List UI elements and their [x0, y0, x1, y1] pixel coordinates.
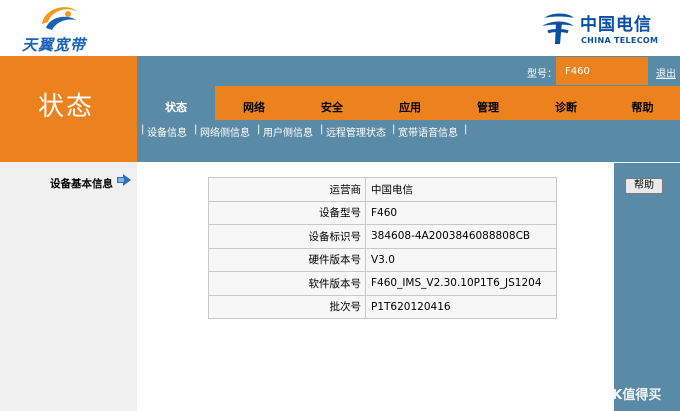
subnav-separator: | — [464, 124, 468, 135]
watermark: SMK值得买 — [568, 380, 680, 406]
model-label: 型号： — [527, 69, 557, 80]
arrow-right-icon — [117, 174, 131, 186]
tab-network[interactable]: 网络 — [215, 86, 293, 120]
row-value: 384608-4A2003846088808CB — [365, 224, 557, 249]
row-value: V3.0 — [365, 247, 557, 272]
subnav-lan-info[interactable]: 用户侧信息 — [263, 124, 313, 139]
tianyi-broadband-logo: 天翼宽带 — [22, 2, 132, 54]
top-banner: 天翼宽带 中国电信 CHINA TELECOM — [0, 0, 680, 56]
tab-security[interactable]: 安全 — [293, 86, 371, 120]
main-tabs: 状态 网络 安全 应用 管理 诊断 帮助 — [137, 86, 680, 120]
sidebar-item-device-basic-info[interactable]: 设备基本信息 — [50, 176, 113, 191]
table-row: 设备型号 F460 — [208, 200, 557, 225]
model-value: F460 — [556, 57, 648, 85]
table-row: 硬件版本号 V3.0 — [208, 247, 557, 272]
row-value: F460 — [365, 200, 557, 225]
subnav-separator: | — [392, 124, 396, 135]
tab-help[interactable]: 帮助 — [605, 86, 680, 120]
china-telecom-logo: 中国电信 CHINA TELECOM — [538, 4, 674, 52]
subnav-separator: | — [141, 124, 145, 135]
tab-diagnostics[interactable]: 诊断 — [527, 86, 605, 120]
tab-application[interactable]: 应用 — [371, 86, 449, 120]
table-row: 软件版本号 F460_IMS_V2.30.10P1T6_JS1204 — [208, 271, 557, 296]
section-title-block: 状态 — [0, 56, 137, 162]
subnav-remote-mgmt-status[interactable]: 远程管理状态 — [326, 124, 386, 139]
china-telecom-cn-text: 中国电信 — [580, 15, 652, 35]
row-value: P1T620120416 — [365, 294, 557, 319]
device-info-table: 运营商 中国电信 设备型号 F460 设备标识号 384608-4A200384… — [208, 177, 557, 319]
row-label: 软件版本号 — [208, 271, 366, 296]
row-value: 中国电信 — [365, 177, 557, 202]
sidebar — [0, 162, 137, 411]
tab-management[interactable]: 管理 — [449, 86, 527, 120]
row-label: 运营商 — [208, 177, 366, 202]
subnav-separator: | — [320, 124, 324, 135]
tianyi-swirl-icon — [42, 7, 78, 30]
row-label: 设备型号 — [208, 200, 366, 225]
china-telecom-symbol-icon — [542, 13, 574, 44]
row-label: 设备标识号 — [208, 224, 366, 249]
help-button[interactable]: 帮助 — [625, 178, 663, 194]
table-row: 设备标识号 384608-4A2003846088808CB — [208, 224, 557, 249]
china-telecom-en-text: CHINA TELECOM — [581, 36, 659, 45]
row-value: F460_IMS_V2.30.10P1T6_JS1204 — [365, 271, 557, 296]
page-title: 状态 — [38, 92, 95, 122]
table-row: 运营商 中国电信 — [208, 177, 557, 202]
subnav-device-info[interactable]: 设备信息 — [147, 124, 187, 139]
tab-status[interactable]: 状态 — [137, 86, 215, 120]
table-row: 批次号 P1T620120416 — [208, 294, 557, 319]
subnav-voice-info[interactable]: 宽带语音信息 — [398, 124, 458, 139]
subnav-separator: | — [194, 124, 198, 135]
row-label: 硬件版本号 — [208, 247, 366, 272]
watermark-logo-icon — [568, 380, 592, 404]
logout-link[interactable]: 退出 — [656, 65, 676, 80]
help-column — [614, 163, 680, 411]
subnav-separator: | — [257, 124, 261, 135]
subnav-wan-info[interactable]: 网络侧信息 — [200, 124, 250, 139]
tianyi-logo-text: 天翼宽带 — [22, 36, 87, 54]
watermark-text: SMK值得买 — [590, 388, 662, 403]
row-label: 批次号 — [208, 294, 366, 319]
